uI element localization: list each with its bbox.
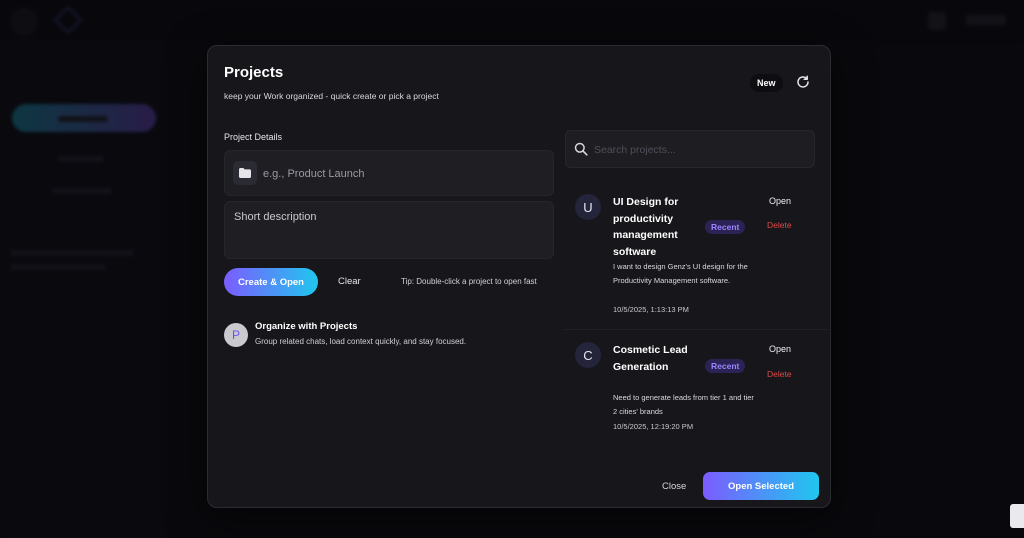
create-open-button[interactable]: Create & Open (224, 268, 318, 296)
delete-project-button[interactable]: Delete (767, 220, 792, 230)
project-item[interactable]: U UI Design for productivity management … (565, 188, 827, 322)
modal-subtitle: keep your Work organized - quick create … (224, 91, 439, 101)
open-project-button[interactable]: Open (769, 344, 791, 354)
project-timestamp: 10/5/2025, 12:19:20 PM (613, 422, 694, 431)
project-description-field (224, 201, 554, 259)
project-timestamp: 10/5/2025, 1:13:13 PM (613, 305, 689, 314)
project-description-input[interactable] (234, 211, 544, 251)
tip-text: Tip: Double-click a project to open fast (401, 277, 537, 286)
organize-description: Group related chats, load context quickl… (255, 337, 467, 346)
project-name-field (224, 150, 554, 196)
open-project-button[interactable]: Open (769, 196, 791, 206)
search-field (565, 130, 815, 168)
project-details-label: Project Details (224, 132, 283, 142)
clear-button[interactable]: Clear (338, 276, 361, 287)
recent-badge: Recent (705, 220, 746, 234)
project-item[interactable]: C Cosmetic Lead Generation Recent Open D… (565, 336, 827, 446)
project-avatar: C (575, 342, 601, 368)
refresh-icon[interactable] (795, 74, 811, 90)
project-title: Cosmetic Lead Generation (613, 344, 688, 373)
list-divider (565, 329, 827, 330)
project-description: I want to design Genz's UI design for th… (613, 262, 748, 285)
project-avatar: U (575, 194, 601, 220)
close-button[interactable]: Close (662, 481, 686, 492)
projects-modal: Projects keep your Work organized - quic… (207, 45, 831, 508)
open-selected-button[interactable]: Open Selected (703, 472, 819, 500)
search-input[interactable] (594, 140, 804, 160)
search-icon (574, 142, 588, 156)
organize-title: Organize with Projects (255, 321, 358, 332)
new-project-button[interactable]: New (750, 74, 783, 92)
project-description: Need to generate leads from tier 1 and t… (613, 393, 754, 416)
corner-widget[interactable] (1010, 504, 1024, 528)
project-name-input[interactable] (263, 163, 543, 185)
recent-badge: Recent (705, 359, 746, 373)
folder-icon (233, 161, 257, 185)
delete-project-button[interactable]: Delete (767, 369, 792, 379)
organize-icon: P (224, 323, 248, 347)
project-title: UI Design for productivity management so… (613, 196, 679, 258)
modal-title: Projects (224, 64, 284, 81)
